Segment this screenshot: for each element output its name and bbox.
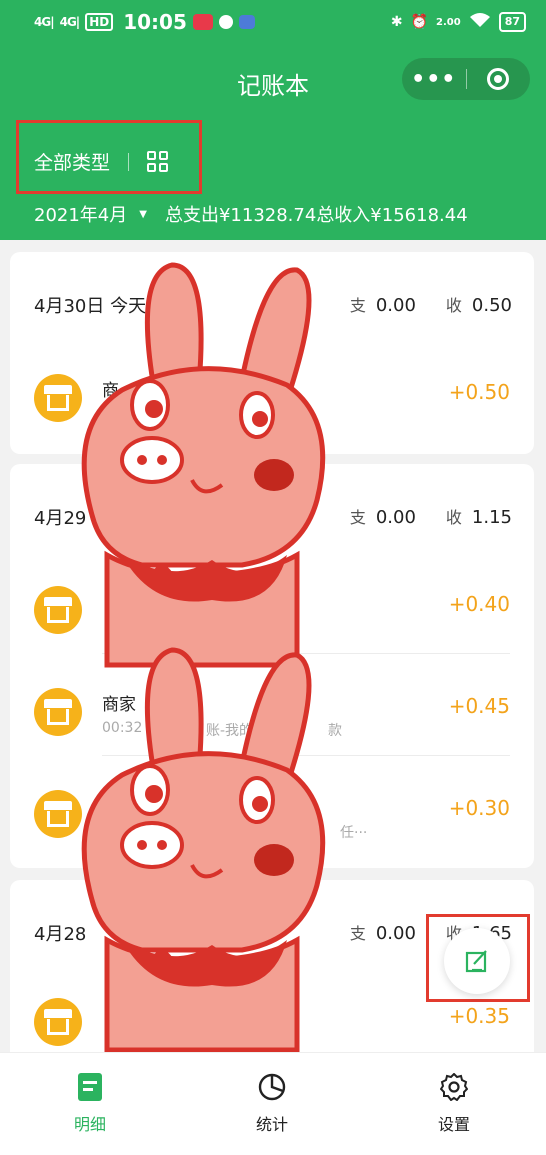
net-speed: 2.00 <box>436 16 461 28</box>
tab-settings-label: 设置 <box>437 1115 470 1134</box>
app-header: 4G| 4G| HD 10:05 ✱ ⏰ 2.00 87 记账本 ••• 全部类… <box>0 0 546 240</box>
type-filter-label: 全部类型 <box>34 152 111 174</box>
chat-icon <box>218 15 233 29</box>
shop-avatar <box>34 586 82 634</box>
day-header: 4月29 支 0.00 收 1.15 <box>10 464 534 554</box>
mini-program-capsule: ••• <box>402 58 530 100</box>
alarm-icon: ⏰ <box>410 14 428 30</box>
record-time: 00:32 <box>102 720 143 736</box>
tab-settings[interactable]: 设置 <box>394 1071 514 1135</box>
day-income: 1.15 <box>471 507 512 528</box>
expense-label: 支 <box>349 508 366 527</box>
gear-icon <box>440 1073 468 1101</box>
status-bar: 4G| 4G| HD 10:05 ✱ ⏰ 2.00 87 <box>0 0 546 48</box>
record-amount: +0.40 <box>448 592 510 616</box>
close-icon <box>487 68 510 90</box>
status-time: 10:05 <box>123 10 187 34</box>
type-filter[interactable]: 全部类型 <box>34 148 169 175</box>
record-desc: 账-我的 <box>206 723 254 739</box>
record-amount: +0.30 <box>448 796 510 820</box>
shop-avatar <box>34 998 82 1046</box>
total-expense: 总支出¥11328.74 <box>164 205 317 226</box>
shop-icon <box>44 801 72 827</box>
wifi-icon <box>469 12 491 32</box>
record-row[interactable]: +0.40 <box>10 564 534 654</box>
expense-label: 支 <box>349 924 366 943</box>
day-header: 4月30日 今天 支 0.00 收 0.50 <box>10 252 534 342</box>
day-date: 4月28 <box>34 924 87 945</box>
edit-icon <box>465 950 487 973</box>
tab-stats-label: 统计 <box>255 1115 288 1134</box>
tab-detail[interactable]: 明细 <box>30 1071 150 1135</box>
record-name: 商家 <box>102 695 136 715</box>
record-amount: +0.45 <box>448 694 510 718</box>
income-label: 收 <box>445 296 462 315</box>
day-income: 0.50 <box>471 295 512 316</box>
battery-icon: 87 <box>498 12 526 32</box>
record-row[interactable]: 商 +0.50 <box>10 352 534 442</box>
day-card: 4月29 支 0.00 收 1.15 +0.40 商家 00:32 账-我的 款… <box>10 464 534 868</box>
day-expense: 0.00 <box>375 295 416 316</box>
record-name: 商 <box>102 381 119 401</box>
record-desc: 任··· <box>340 825 368 841</box>
signal-icon: 4G| <box>34 15 55 29</box>
shop-icon <box>44 1009 72 1035</box>
app-notification-icon <box>192 14 213 30</box>
income-label: 收 <box>445 508 462 527</box>
hd-icon: HD <box>85 13 114 31</box>
record-row[interactable]: 任··· +0.30 <box>10 768 534 858</box>
shop-icon <box>44 385 72 411</box>
app-notification-icon-2 <box>238 15 255 29</box>
bottom-tab-bar: 明细 统计 设置 <box>0 1052 546 1155</box>
shop-avatar <box>34 790 82 838</box>
pie-chart-icon <box>258 1073 286 1101</box>
month-selector[interactable]: 2021年4月 <box>34 201 127 227</box>
tab-detail-label: 明细 <box>73 1115 106 1134</box>
shop-avatar <box>34 374 82 422</box>
expense-label: 支 <box>349 296 366 315</box>
day-date: 4月30日 今天 <box>34 296 147 317</box>
more-button[interactable]: ••• <box>402 67 466 92</box>
list-icon <box>78 1073 102 1101</box>
caret-down-icon[interactable]: ▼ <box>139 209 147 220</box>
signal-icon-2: 4G| <box>59 15 81 29</box>
record-amount: +0.35 <box>448 1004 510 1028</box>
record-amount: +0.50 <box>448 380 510 404</box>
bluetooth-icon: ✱ <box>390 14 403 30</box>
add-record-button[interactable] <box>444 928 510 994</box>
close-button[interactable] <box>467 68 531 90</box>
record-desc-end: 款 <box>328 723 342 739</box>
category-grid-icon[interactable] <box>147 151 169 172</box>
total-income: 总收入¥15618.44 <box>316 205 468 226</box>
day-expense: 0.00 <box>375 507 416 528</box>
shop-icon <box>44 597 72 623</box>
day-expense: 0.00 <box>375 923 416 944</box>
shop-icon <box>44 699 72 725</box>
tab-stats[interactable]: 统计 <box>212 1071 332 1135</box>
month-summary: 2021年4月 ▼ 总支出¥11328.74 总收入¥15618.44 <box>34 201 468 227</box>
record-row[interactable]: 商家 00:32 账-我的 款 +0.45 <box>10 666 534 756</box>
day-card: 4月30日 今天 支 0.00 收 0.50 商 +0.50 <box>10 252 534 454</box>
day-date: 4月29 <box>34 508 87 529</box>
shop-avatar <box>34 688 82 736</box>
